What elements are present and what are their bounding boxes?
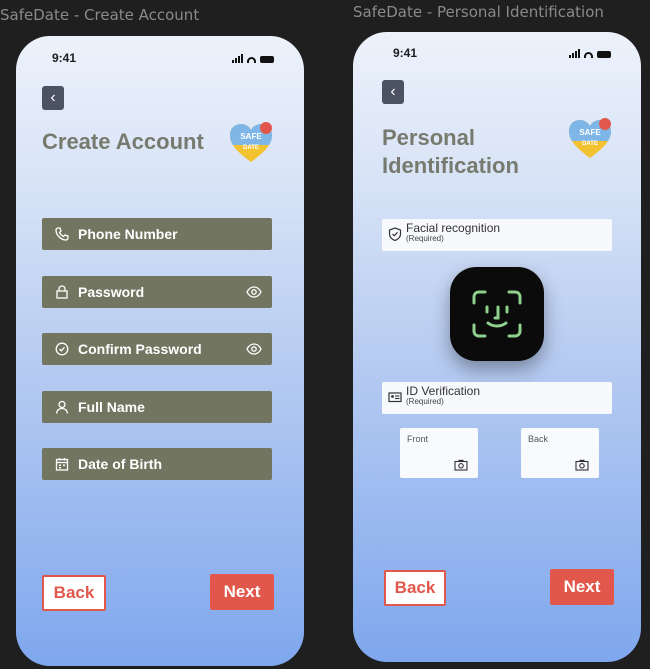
- password-field[interactable]: Password: [42, 276, 272, 308]
- facial-recognition-required: (Required): [406, 234, 444, 243]
- full-name-label: Full Name: [78, 399, 145, 415]
- back-button[interactable]: Back: [384, 570, 446, 606]
- system-icons: [232, 54, 274, 63]
- confirm-password-label: Confirm Password: [78, 341, 202, 357]
- personal-identification-screen: 9:41 ‹ Personal Identification SAFE DATE…: [353, 32, 641, 662]
- id-verification-label: ID Verification: [406, 384, 481, 398]
- back-chevron-button[interactable]: ‹: [42, 86, 64, 110]
- camera-icon[interactable]: [575, 459, 589, 471]
- shield-check-icon: [54, 341, 70, 357]
- next-button[interactable]: Next: [550, 569, 614, 605]
- wifi-icon: [584, 52, 593, 58]
- id-front-label: Front: [407, 434, 429, 444]
- id-back-upload[interactable]: Back: [521, 428, 599, 478]
- status-time: 9:41: [393, 46, 418, 60]
- signal-icon: [569, 49, 580, 58]
- page-title-line-2: Identification: [382, 153, 519, 178]
- back-chevron-button[interactable]: ‹: [382, 80, 404, 104]
- next-button[interactable]: Next: [210, 574, 274, 610]
- frame-label-create-account: SafeDate - Create Account: [0, 6, 200, 24]
- battery-icon: [260, 56, 274, 63]
- frame-label-personal-identification: SafeDate - Personal Identification: [353, 3, 604, 21]
- system-icons: [569, 49, 611, 58]
- camera-icon[interactable]: [454, 459, 468, 471]
- back-button[interactable]: Back: [42, 575, 106, 611]
- battery-icon: [597, 51, 611, 58]
- lock-icon: [54, 284, 70, 300]
- logo-text-date: DATE: [582, 141, 598, 147]
- logo-text-safe: SAFE: [240, 132, 262, 141]
- status-bar: 9:41: [16, 36, 304, 76]
- status-bar: 9:41: [353, 32, 641, 72]
- facial-recognition-field[interactable]: Facial recognition (Required): [382, 219, 612, 251]
- date-of-birth-label: Date of Birth: [78, 456, 162, 472]
- face-id-glyph: [472, 290, 522, 338]
- id-verification-required: (Required): [406, 397, 444, 406]
- shield-icon: [388, 227, 402, 242]
- safedate-logo-icon: SAFE DATE: [230, 122, 272, 162]
- phone-number-label: Phone Number: [78, 226, 178, 242]
- page-title: Personal Identification: [382, 124, 519, 180]
- id-back-label: Back: [528, 434, 549, 444]
- logo-text-date: DATE: [243, 145, 259, 151]
- id-verification-field[interactable]: ID Verification (Required): [382, 382, 612, 414]
- full-name-field[interactable]: Full Name: [42, 391, 272, 423]
- status-time: 9:41: [52, 51, 77, 65]
- page-title: Create Account: [42, 129, 204, 154]
- phone-number-field[interactable]: Phone Number: [42, 218, 272, 250]
- id-front-upload[interactable]: Front: [400, 428, 478, 478]
- calendar-icon: [54, 456, 70, 472]
- date-of-birth-field[interactable]: Date of Birth: [42, 448, 272, 480]
- confirm-password-field[interactable]: Confirm Password: [42, 333, 272, 365]
- create-account-screen: 9:41 ‹ Create Account SAFE DATE Phone Nu…: [16, 36, 304, 666]
- facial-recognition-label: Facial recognition: [406, 221, 501, 235]
- id-card-icon: [388, 390, 402, 404]
- wifi-icon: [247, 57, 256, 63]
- signal-icon: [232, 54, 243, 63]
- safedate-logo-icon: SAFE DATE: [569, 118, 611, 158]
- person-icon: [54, 399, 70, 415]
- password-label: Password: [78, 284, 145, 300]
- eye-icon[interactable]: [246, 284, 262, 300]
- phone-icon: [54, 226, 70, 242]
- page-title-line-1: Personal: [382, 125, 475, 150]
- eye-icon[interactable]: [246, 341, 262, 357]
- logo-text-safe: SAFE: [579, 128, 601, 137]
- face-id-icon[interactable]: [450, 267, 544, 361]
